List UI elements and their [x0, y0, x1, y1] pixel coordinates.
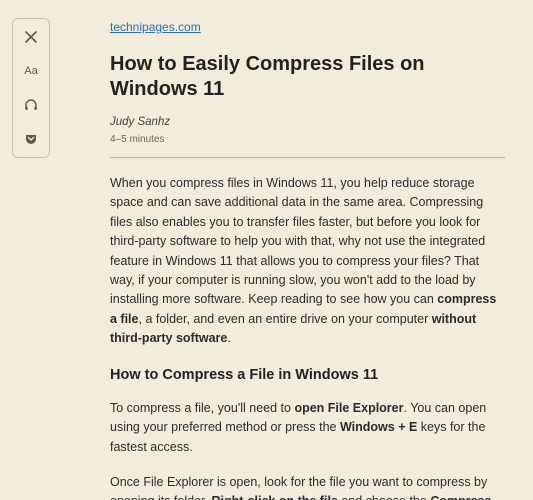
reader-toolbar: Aa: [12, 18, 50, 158]
pocket-icon: [24, 132, 38, 146]
typography-button[interactable]: Aa: [21, 61, 41, 81]
article-title: How to Easily Compress Files on Windows …: [110, 52, 505, 102]
paragraph: When you compress files in Windows 11, y…: [110, 174, 505, 348]
listen-button[interactable]: [21, 95, 41, 115]
article-container: technipages.com How to Easily Compress F…: [50, 18, 515, 500]
text-bold: Right-click on the file: [211, 494, 337, 500]
article-readtime: 4–5 minutes: [110, 134, 505, 145]
text-bold: open File Explorer: [294, 401, 403, 415]
text-run: and choose the: [338, 494, 430, 500]
text-run: When you compress files in Windows 11, y…: [110, 176, 485, 306]
text-run: To compress a file, you'll need to: [110, 401, 294, 415]
close-icon: [25, 31, 37, 43]
paragraph: To compress a file, you'll need to open …: [110, 399, 505, 457]
article-body: When you compress files in Windows 11, y…: [110, 174, 505, 500]
text-run: .: [227, 331, 230, 345]
article-author: Judy Sanhz: [110, 116, 505, 128]
save-pocket-button[interactable]: [21, 129, 41, 149]
text-run: , a folder, and even an entire drive on …: [139, 312, 432, 326]
headphones-icon: [24, 98, 38, 112]
text-bold: Windows + E: [340, 420, 417, 434]
reader-page: Aa technipages.com How to Easily Compres…: [0, 0, 533, 500]
section-heading: How to Compress a File in Windows 11: [110, 364, 505, 386]
close-button[interactable]: [21, 27, 41, 47]
paragraph: Once File Explorer is open, look for the…: [110, 473, 505, 500]
separator: [110, 157, 505, 158]
source-link[interactable]: technipages.com: [110, 20, 201, 34]
